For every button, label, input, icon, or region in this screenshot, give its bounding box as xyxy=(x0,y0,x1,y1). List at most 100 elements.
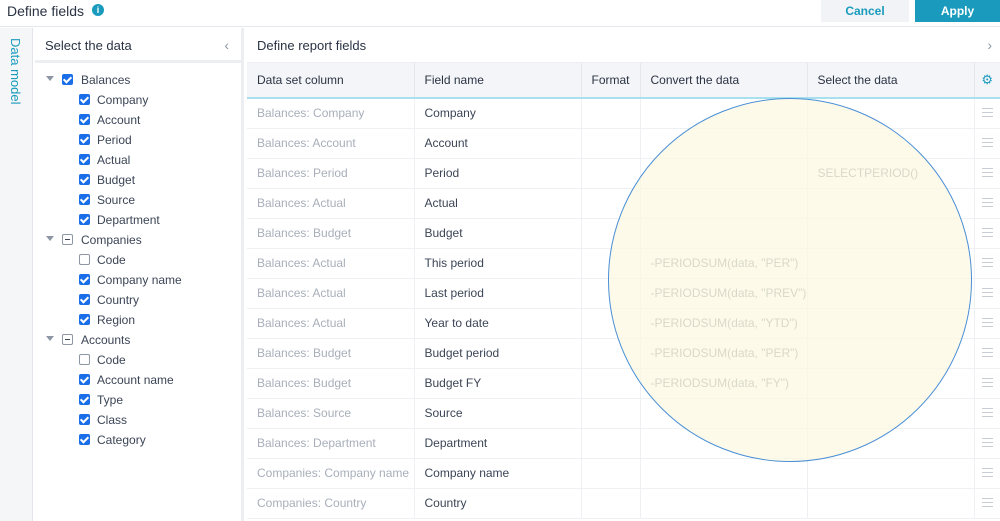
select-the-data-cell[interactable] xyxy=(807,308,975,339)
drag-handle-cell[interactable] xyxy=(974,278,1000,309)
chevron-right-icon[interactable]: › xyxy=(987,37,992,53)
format-cell[interactable] xyxy=(581,188,641,219)
field-name-cell[interactable]: This period xyxy=(414,248,582,279)
drag-handle-icon[interactable] xyxy=(981,498,993,507)
format-cell[interactable] xyxy=(581,278,641,309)
table-row[interactable]: Balances: Actual Last period -PERIODSUM(da… xyxy=(247,278,1000,309)
drag-handle-icon[interactable] xyxy=(981,378,993,387)
convert-the-data-cell[interactable]: -PERIODSUM(data, "FY") xyxy=(640,368,808,399)
item-checkbox[interactable] xyxy=(79,94,90,105)
table-row[interactable]: Balances: Department Department xyxy=(247,428,1000,459)
convert-the-data-cell[interactable]: -PERIODSUM(data, "PER") xyxy=(640,338,808,369)
info-icon[interactable]: i xyxy=(92,4,104,16)
format-cell[interactable] xyxy=(581,248,641,279)
drag-handle-cell[interactable] xyxy=(974,188,1000,219)
format-cell[interactable] xyxy=(581,398,641,429)
select-the-data-cell[interactable] xyxy=(807,338,975,369)
convert-the-data-cell[interactable] xyxy=(640,188,808,219)
drag-handle-icon[interactable] xyxy=(981,288,993,297)
item-checkbox[interactable] xyxy=(79,274,90,285)
data-model-tab[interactable]: Data model xyxy=(8,38,23,104)
format-cell[interactable] xyxy=(581,218,641,249)
select-the-data-cell[interactable] xyxy=(807,458,975,489)
column-header-data-set-column[interactable]: Data set column xyxy=(247,63,415,99)
group-checkbox[interactable] xyxy=(62,334,73,345)
caret-down-icon[interactable] xyxy=(46,236,54,241)
convert-the-data-cell[interactable]: -PERIODSUM(data, "PER") xyxy=(640,248,808,279)
drag-handle-icon[interactable] xyxy=(981,108,993,118)
chevron-left-icon[interactable]: ‹ xyxy=(224,37,229,53)
drag-handle-cell[interactable] xyxy=(974,248,1000,279)
table-row[interactable]: Balances: Period Period SELECTPERIOD() xyxy=(247,158,1000,189)
item-checkbox[interactable] xyxy=(79,434,90,445)
column-header-convert-the-data[interactable]: Convert the data xyxy=(640,63,808,99)
table-row[interactable]: Balances: Actual Actual xyxy=(247,188,1000,219)
drag-handle-icon[interactable] xyxy=(981,138,993,147)
select-the-data-cell[interactable] xyxy=(807,188,975,219)
drag-handle-icon[interactable] xyxy=(981,228,993,237)
select-the-data-cell[interactable] xyxy=(807,368,975,399)
select-the-data-cell[interactable] xyxy=(807,218,975,249)
gear-icon[interactable]: ⚙ xyxy=(981,72,993,87)
drag-handle-cell[interactable] xyxy=(974,98,1000,129)
drag-handle-cell[interactable] xyxy=(974,338,1000,369)
select-the-data-cell[interactable] xyxy=(807,128,975,159)
format-cell[interactable] xyxy=(581,338,641,369)
select-the-data-cell[interactable] xyxy=(807,248,975,279)
convert-the-data-cell[interactable] xyxy=(640,428,808,459)
field-name-cell[interactable]: Period xyxy=(414,158,582,189)
item-checkbox[interactable] xyxy=(79,114,90,125)
item-checkbox[interactable] xyxy=(79,194,90,205)
drag-handle-cell[interactable] xyxy=(974,368,1000,399)
format-cell[interactable] xyxy=(581,368,641,399)
table-row[interactable]: Balances: Actual Year to date -PERIODSUM(d… xyxy=(247,308,1000,339)
select-the-data-cell[interactable] xyxy=(807,488,975,519)
column-header-field-name[interactable]: Field name xyxy=(414,63,582,99)
format-cell[interactable] xyxy=(581,428,641,459)
field-name-cell[interactable]: Actual xyxy=(414,188,582,219)
format-cell[interactable] xyxy=(581,128,641,159)
item-checkbox[interactable] xyxy=(79,134,90,145)
column-header-select-the-data[interactable]: Select the data xyxy=(807,63,975,99)
format-cell[interactable] xyxy=(581,458,641,489)
table-row[interactable]: Companies: Country Country xyxy=(247,488,1000,519)
drag-handle-icon[interactable] xyxy=(981,468,993,477)
format-cell[interactable] xyxy=(581,158,641,189)
convert-the-data-cell[interactable] xyxy=(640,488,808,519)
field-name-cell[interactable]: Budget period xyxy=(414,338,582,369)
select-the-data-cell[interactable] xyxy=(807,428,975,459)
drag-handle-cell[interactable] xyxy=(974,128,1000,159)
field-name-cell[interactable]: Last period xyxy=(414,278,582,309)
table-row[interactable]: Balances: Company Company xyxy=(247,98,1000,129)
table-row[interactable]: Balances: Budget Budget period -PERIODSUM(… xyxy=(247,338,1000,369)
item-checkbox[interactable] xyxy=(79,374,90,385)
item-checkbox[interactable] xyxy=(79,214,90,225)
item-checkbox[interactable] xyxy=(79,174,90,185)
item-checkbox[interactable] xyxy=(79,154,90,165)
drag-handle-cell[interactable] xyxy=(974,158,1000,189)
group-checkbox[interactable] xyxy=(62,74,73,85)
drag-handle-cell[interactable] xyxy=(974,458,1000,489)
field-name-cell[interactable]: Budget xyxy=(414,218,582,249)
drag-handle-cell[interactable] xyxy=(974,428,1000,459)
drag-handle-icon[interactable] xyxy=(981,408,993,417)
format-cell[interactable] xyxy=(581,308,641,339)
item-checkbox[interactable] xyxy=(79,414,90,425)
select-the-data-cell[interactable] xyxy=(807,98,975,129)
drag-handle-cell[interactable] xyxy=(974,398,1000,429)
field-name-cell[interactable]: Year to date xyxy=(414,308,582,339)
item-checkbox[interactable] xyxy=(79,354,90,365)
drag-handle-icon[interactable] xyxy=(981,318,993,327)
group-checkbox[interactable] xyxy=(62,234,73,245)
convert-the-data-cell[interactable] xyxy=(640,218,808,249)
caret-down-icon[interactable] xyxy=(46,336,54,341)
field-name-cell[interactable]: Budget FY xyxy=(414,368,582,399)
item-checkbox[interactable] xyxy=(79,294,90,305)
drag-handle-icon[interactable] xyxy=(981,258,993,267)
table-row[interactable]: Balances: Source Source xyxy=(247,398,1000,429)
apply-button[interactable]: Apply xyxy=(915,0,1000,22)
convert-the-data-cell[interactable] xyxy=(640,158,808,189)
field-name-cell[interactable]: Account xyxy=(414,128,582,159)
column-header-format[interactable]: Format xyxy=(581,63,641,99)
settings-column-header[interactable]: ⚙ xyxy=(974,63,1000,99)
